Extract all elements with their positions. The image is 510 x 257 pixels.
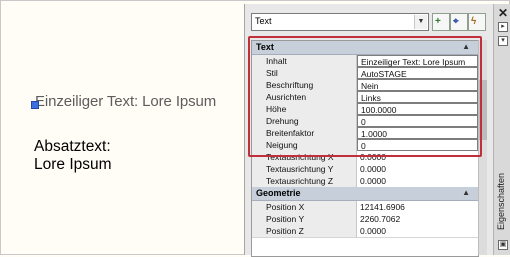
property-row[interactable]: Position Z 0.0000 <box>252 225 478 238</box>
property-row[interactable]: Textausrichtung Y 0.0000 <box>252 163 478 176</box>
properties-menu-icon[interactable]: ▾ <box>498 36 508 46</box>
autohide-icon[interactable]: ▸ <box>498 22 508 32</box>
palette-title: Eigenschaften <box>496 172 506 230</box>
palette-titlebar[interactable]: ✕ ▸ ▾ Eigenschaften ▣ <box>493 4 510 255</box>
mtext-line-1: Absatztext: <box>34 138 111 155</box>
object-type-dropdown[interactable]: Text ▼ <box>251 13 429 31</box>
palette-settings-icon[interactable]: ▣ <box>498 240 508 250</box>
property-row[interactable]: Position X 12141.6906 <box>252 201 478 214</box>
chevron-down-icon[interactable]: ▼ <box>414 15 427 29</box>
select-objects-icon[interactable]: ⌖ <box>450 13 468 31</box>
quick-select-icon[interactable]: ϟ <box>468 13 486 31</box>
palette-toolbar: Text ▼ + ⌖ ϟ <box>251 13 487 35</box>
mtext-line-2: Lore Ipsum <box>34 156 112 173</box>
section-geometrie[interactable]: Geometrie ▲ <box>252 187 478 201</box>
text-grip-icon[interactable] <box>31 101 39 109</box>
annotation-highlight-box <box>248 36 482 157</box>
toggle-pickadd-icon[interactable]: + <box>432 13 450 31</box>
collapse-icon[interactable]: ▲ <box>462 188 470 197</box>
multiline-text-object[interactable]: Absatztext: Lore Ipsum <box>34 138 112 174</box>
single-line-text-object[interactable]: Einzeiliger Text: Lore Ipsum <box>35 93 216 110</box>
property-row[interactable]: Textausrichtung Z 0.0000 <box>252 175 478 188</box>
property-name: Position Z <box>252 225 357 238</box>
section-label: Geometrie <box>256 188 301 198</box>
close-icon[interactable]: ✕ <box>498 6 508 20</box>
object-type-value: Text <box>255 16 272 26</box>
property-value[interactable]: 0.0000 <box>357 225 478 238</box>
property-row[interactable]: Position Y 2260.7062 <box>252 213 478 226</box>
